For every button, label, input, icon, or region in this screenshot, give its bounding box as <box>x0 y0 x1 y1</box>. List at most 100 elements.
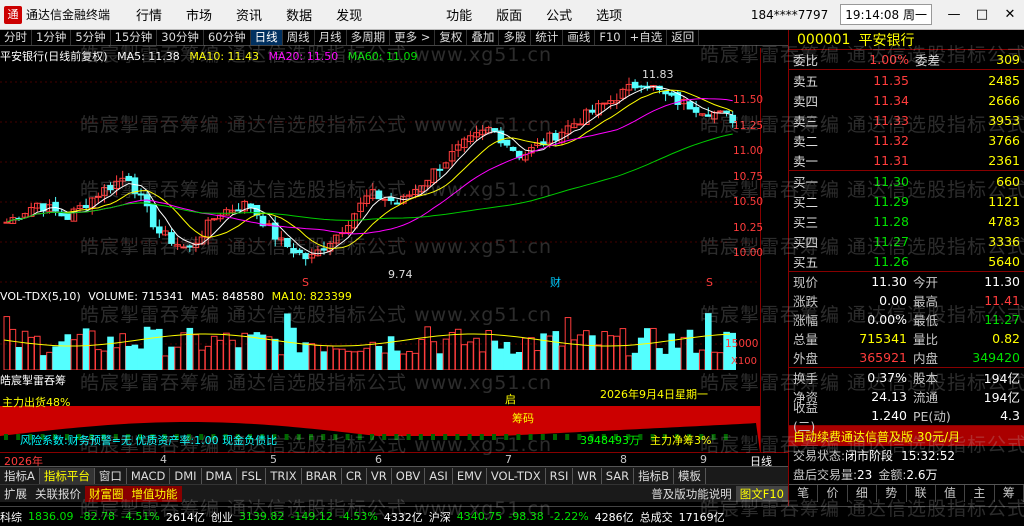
tab-f10[interactable]: 图文F10 <box>735 485 788 502</box>
indicator-chart[interactable]: 主力出货48% 启筹码 2026年9月4日星期一风险系数:财务预警=无 优质资产率:… <box>0 386 760 452</box>
indicator-tab-6[interactable]: FSL <box>237 467 267 484</box>
stat-label: 流通 <box>913 390 939 405</box>
bids-row-3[interactable]: 买四 11.27 3336 <box>789 231 1024 251</box>
indicator-tab-13[interactable]: EMV <box>453 467 487 484</box>
tab-extend[interactable]: 扩展 <box>0 486 31 502</box>
toolbar-5[interactable]: 60分钟 <box>204 30 251 45</box>
stat-label: PE(动) <box>913 409 951 424</box>
asks-qty-4: 2361 <box>988 152 1020 168</box>
menu-banmian[interactable]: 版面 <box>496 5 522 24</box>
candle-body <box>149 204 157 228</box>
menu-shuju[interactable]: 数据 <box>286 5 312 24</box>
minimize-icon[interactable]: — <box>940 7 968 22</box>
asks-row-3[interactable]: 卖二 11.32 3766 <box>789 130 1024 150</box>
toolbar-8[interactable]: 月线 <box>315 30 347 45</box>
asks-row-0[interactable]: 卖五 11.35 2485 <box>789 70 1024 90</box>
volume-bar <box>9 328 17 370</box>
indicator-tab-12[interactable]: ASI <box>425 467 453 484</box>
tab-value-added[interactable]: 增值功能 <box>127 485 182 502</box>
toolbar-2[interactable]: 5分钟 <box>71 30 111 45</box>
toolbar-13[interactable]: 多股 <box>499 30 532 45</box>
indicator-green-bar <box>345 434 350 440</box>
volume-bar <box>369 341 377 370</box>
toolbar-3[interactable]: 15分钟 <box>111 30 158 45</box>
menu-shichang[interactable]: 市场 <box>186 5 212 24</box>
menu-zixun[interactable]: 资讯 <box>236 5 262 24</box>
indicator-tab-15[interactable]: RSI <box>546 467 574 484</box>
toolbar-11[interactable]: 复权 <box>435 30 468 45</box>
menu-gongneng[interactable]: 功能 <box>446 5 472 24</box>
candle-body <box>631 81 639 89</box>
volume-bar <box>271 338 279 370</box>
toolbar-17[interactable]: +自选 <box>626 30 668 45</box>
detail-button-3[interactable]: 势 <box>877 485 907 502</box>
toolbar-15[interactable]: 画线 <box>563 30 596 45</box>
indicator-tab-7[interactable]: TRIX <box>266 467 302 484</box>
bids-row-0[interactable]: 买一 11.30 660 <box>789 171 1024 191</box>
indicator-tab-18[interactable]: 指标B <box>634 467 674 484</box>
tab-wealth-circle[interactable]: 财富圈 <box>85 485 128 502</box>
indicator-green-bar <box>479 434 484 440</box>
promo-banner[interactable]: 自动续费通达信普及版 30元/月 <box>789 426 1024 446</box>
indicator-tab-17[interactable]: SAR <box>602 467 635 484</box>
toolbar-6[interactable]: 日线 <box>250 30 283 45</box>
detail-button-0[interactable]: 笔 <box>789 485 819 502</box>
indicator-green-bar <box>309 434 313 440</box>
toolbar-7[interactable]: 周线 <box>283 30 315 45</box>
tab-basic-guide[interactable]: 普及版功能说明 <box>647 486 736 502</box>
asks-row-1[interactable]: 卖四 11.34 2666 <box>789 90 1024 110</box>
indicator-tab-16[interactable]: WR <box>573 467 602 484</box>
toolbar-16[interactable]: F10 <box>595 30 626 45</box>
indicator-tab-5[interactable]: DMA <box>202 467 238 484</box>
indicator-tab-10[interactable]: VR <box>367 467 392 484</box>
bids-row-4[interactable]: 买五 11.26 5640 <box>789 251 1024 271</box>
indicator-tab-1[interactable]: 指标平台 <box>39 467 95 484</box>
bids-row-1[interactable]: 买二 11.29 1121 <box>789 191 1024 211</box>
volume-bar <box>332 348 340 370</box>
indicator-tab-0[interactable]: 指标A <box>0 467 40 484</box>
price-tick-0: 11.50 <box>733 94 764 106</box>
menu-gongshi[interactable]: 公式 <box>546 5 572 24</box>
toolbar-12[interactable]: 叠加 <box>467 30 500 45</box>
stat-value: 11.30 <box>871 274 907 289</box>
account-id[interactable]: 184****7797 <box>751 8 828 22</box>
bids-price-4: 11.26 <box>873 253 909 269</box>
menu-xuanxiang[interactable]: 选项 <box>596 5 622 24</box>
toolbar-9[interactable]: 多周期 <box>347 30 391 45</box>
volume-chart[interactable] <box>0 304 760 370</box>
bids-row-2[interactable]: 买三 11.28 4783 <box>789 211 1024 231</box>
menu-faxian[interactable]: 发现 <box>336 5 362 24</box>
volume-bar <box>497 348 505 370</box>
stock-code: 000001 <box>797 31 851 48</box>
toolbar-14[interactable]: 统计 <box>531 30 564 45</box>
toolbar-18[interactable]: 返回 <box>667 30 700 45</box>
toolbar-4[interactable]: 30分钟 <box>157 30 204 45</box>
detail-button-1[interactable]: 价 <box>818 485 848 502</box>
asks-row-2[interactable]: 卖三 11.33 3953 <box>789 110 1024 130</box>
volume-bar <box>363 347 370 370</box>
indicator-tab-14[interactable]: VOL-TDX <box>487 467 546 484</box>
indicator-tab-4[interactable]: DMI <box>170 467 202 484</box>
asks-row-4[interactable]: 卖一 11.31 2361 <box>789 150 1024 170</box>
detail-button-5[interactable]: 值 <box>936 485 966 502</box>
detail-button-6[interactable]: 主 <box>965 485 995 502</box>
toolbar-1[interactable]: 1分钟 <box>32 30 72 45</box>
indicator-tab-11[interactable]: OBV <box>392 467 426 484</box>
detail-button-7[interactable]: 筹 <box>995 485 1024 502</box>
maximize-icon[interactable]: □ <box>968 7 996 22</box>
kline-chart[interactable]: 11.83 9.74 S 财 S <box>0 62 760 288</box>
indicator-tab-8[interactable]: BRAR <box>302 467 342 484</box>
detail-button-2[interactable]: 细 <box>848 485 878 502</box>
close-icon[interactable]: ✕ <box>996 7 1024 22</box>
indicator-tab-3[interactable]: MACD <box>127 467 171 484</box>
indicator-tab-19[interactable]: 模板 <box>674 467 706 484</box>
low-label: 9.74 <box>388 268 413 281</box>
menu-hangqing[interactable]: 行情 <box>136 5 162 24</box>
toolbar-0[interactable]: 分时 <box>0 30 32 45</box>
detail-button-4[interactable]: 联 <box>907 485 936 502</box>
toolbar-10[interactable]: 更多 > <box>390 30 436 45</box>
indicator-tab-9[interactable]: CR <box>342 467 367 484</box>
tab-related-quote[interactable]: 关联报价 <box>31 486 85 502</box>
volume-bar <box>375 345 383 370</box>
indicator-tab-2[interactable]: 窗口 <box>95 467 127 484</box>
